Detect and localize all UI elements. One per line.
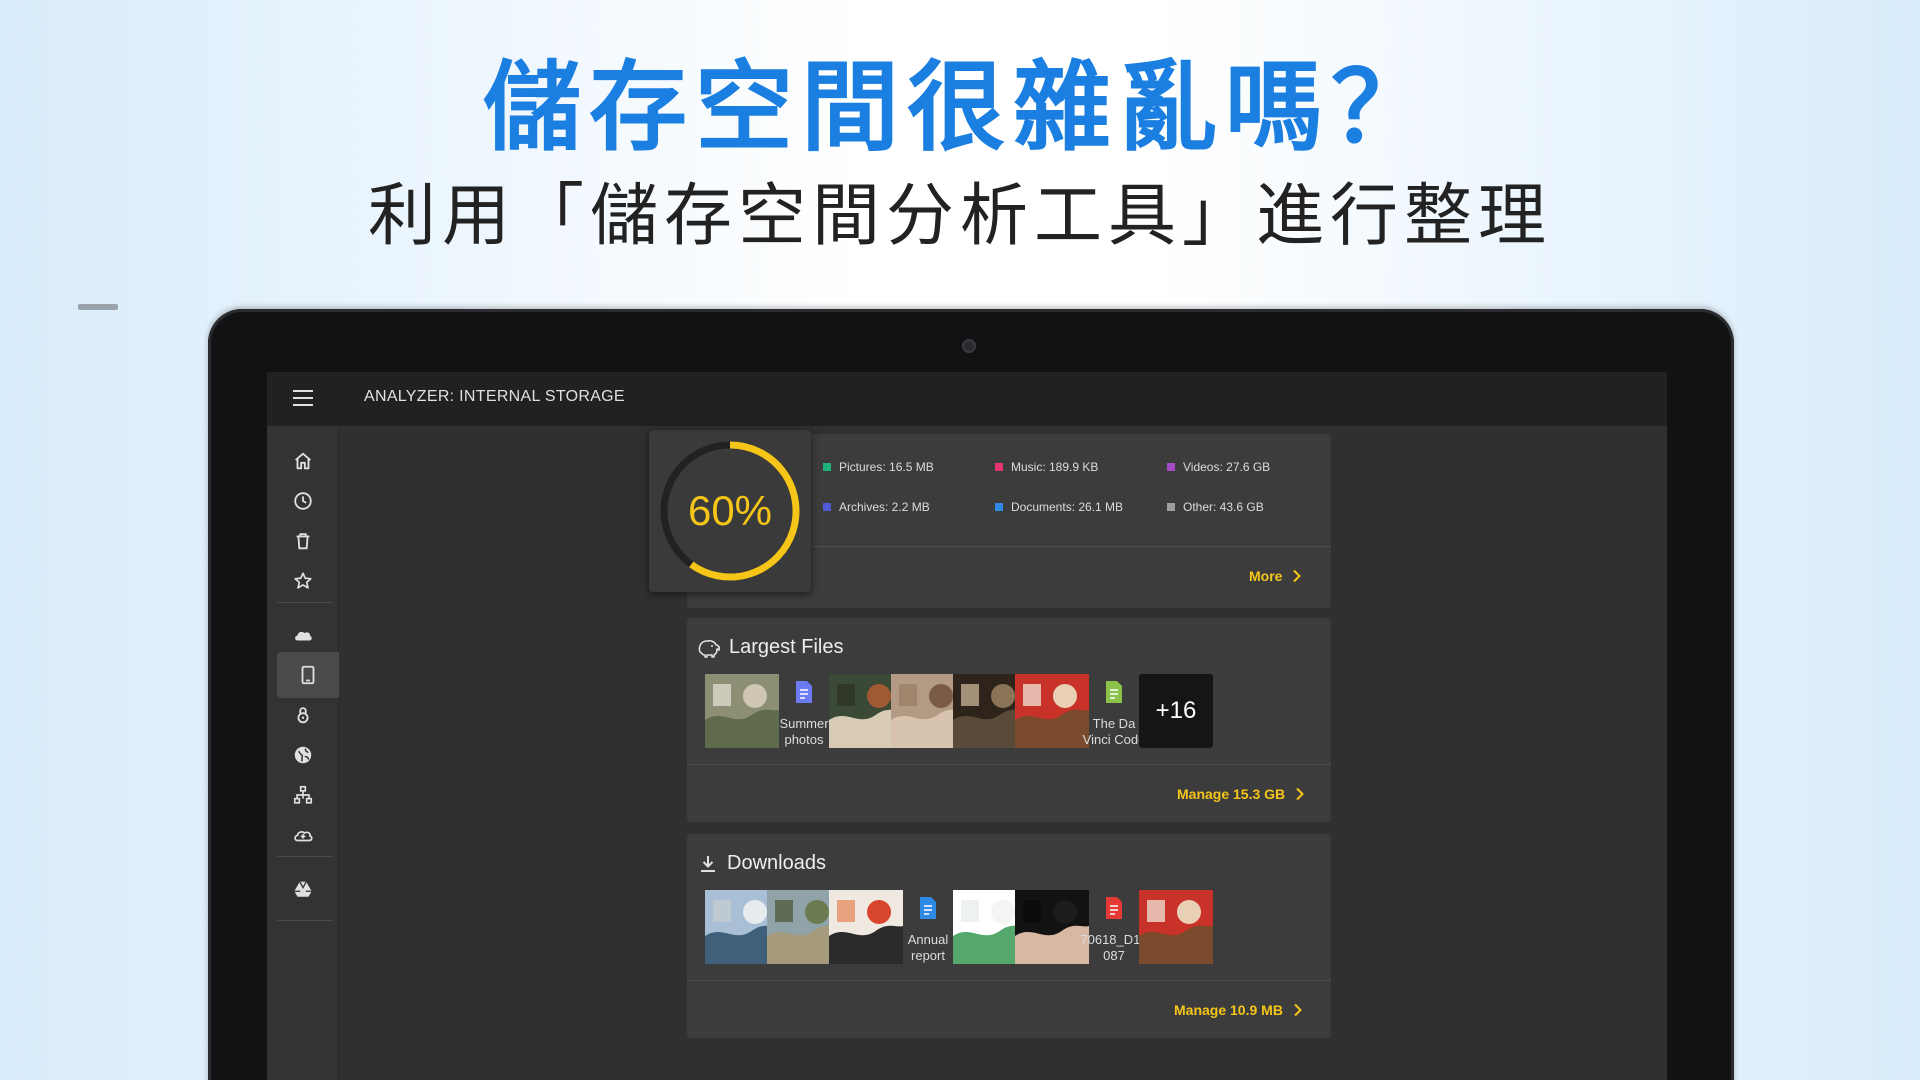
largest-files-title[interactable]: Largest Files [697,636,844,659]
manage-largest-files-button[interactable]: Manage 15.3 GB [1177,786,1305,802]
legend-label: Documents: 26.1 MB [1011,500,1124,514]
drive-icon [294,881,312,897]
chevron-right-icon [1294,1003,1302,1017]
more-button-label: More [1249,568,1283,584]
download-icon [701,855,715,872]
manage-largest-files-label: Manage 15.3 GB [1177,786,1286,802]
largest-files-card: Largest Files Summer photos The Da Vinci… [687,618,1331,822]
app-bar: ANALYZER: INTERNAL STORAGE [267,372,1667,426]
legend-swatch [1167,463,1175,471]
app-screen: ANALYZER: INTERNAL STORAGE Pictures: 16.… [267,372,1667,1080]
document-file-icon [918,890,938,924]
tablet-icon [301,665,315,685]
elephant-icon [698,639,721,658]
epub-file-icon [1104,674,1124,708]
legend-label: Videos: 27.6 GB [1183,460,1271,474]
downloads-card: Downloads Annual report 70618_D10 087 Ma… [687,834,1331,1038]
legend-label: Other: 43.6 GB [1183,500,1264,514]
legend-swatch [823,503,831,511]
app-title: ANALYZER: INTERNAL STORAGE [364,388,625,405]
legend-item: Archives: 2.2 MB [823,500,930,514]
rail-divider [277,602,333,603]
card-divider [687,764,1331,765]
more-button[interactable]: More [1249,568,1302,584]
legend-item: Videos: 27.6 GB [1167,460,1270,474]
navigation-rail [267,426,339,1080]
downloads-title[interactable]: Downloads [697,852,826,875]
cloud-icon [295,631,312,641]
trash-icon [296,533,310,550]
rail-item-favorites[interactable] [277,558,329,604]
legend-item: Pictures: 16.5 MB [823,460,934,474]
banner-subline: 利用「儲存空間分析工具」進行整理 [367,177,1552,256]
legend-swatch [1167,503,1175,511]
storage-percent: 60% [687,487,773,534]
menu-icon[interactable] [293,390,313,406]
legend-label: Music: 189.9 KB [1011,460,1099,474]
tablet-power-button [78,304,118,310]
card-divider [687,980,1331,981]
network-icon [293,785,313,804]
legend-item: Documents: 26.1 MB [995,500,1123,514]
archive-file-icon [794,674,814,708]
rail-divider [277,856,333,857]
legend-item: Other: 43.6 GB [1167,500,1264,514]
pdf-file-icon [1104,890,1124,924]
manage-downloads-label: Manage 10.9 MB [1174,1002,1283,1018]
legend-swatch [995,463,1003,471]
more-files-tile[interactable]: +16 [1139,674,1213,748]
manage-downloads-button[interactable]: Manage 10.9 MB [1174,1002,1303,1018]
tablet-camera [962,339,976,353]
star-icon [294,572,312,589]
legend-item: Music: 189.9 KB [995,460,1098,474]
banner-headline: 儲存空間很雜亂嗎？ [482,51,1437,165]
legend-label: Archives: 2.2 MB [839,500,930,514]
chevron-right-icon [1293,569,1302,583]
rail-divider [277,920,333,921]
chevron-right-icon [1296,787,1305,801]
legend-swatch [995,503,1003,511]
largest-files-title-text: Largest Files [729,636,844,658]
clock-icon [294,492,312,510]
storage-gauge: 60% [649,430,811,592]
lock-icon [297,707,309,724]
home-icon [295,452,311,470]
rail-item-google-drive[interactable] [277,866,329,912]
downloads-title-text: Downloads [727,852,826,874]
cloud-add-icon [294,831,313,842]
legend-label: Pictures: 16.5 MB [839,460,934,474]
rail-item-add-cloud[interactable] [277,812,329,858]
legend-swatch [823,463,831,471]
thumbnail-image[interactable] [1139,890,1213,964]
globe-icon [294,746,312,764]
